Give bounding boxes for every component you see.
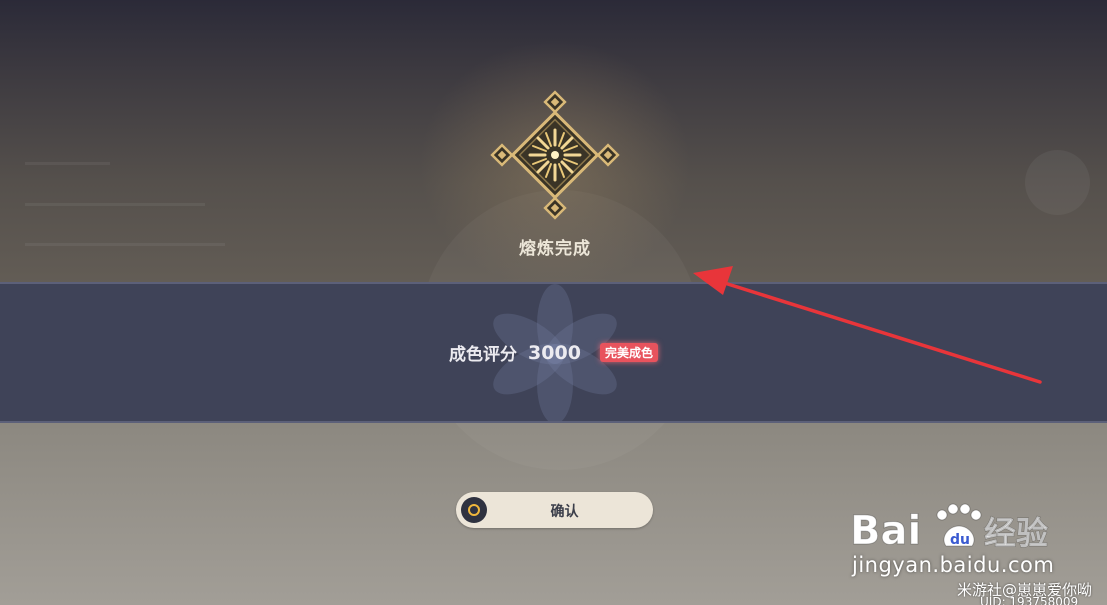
background-decoration bbox=[25, 243, 225, 246]
score-value: 3000 bbox=[528, 341, 581, 364]
score-row: 成色评分 3000 完美成色 bbox=[0, 340, 1107, 365]
baidu-watermark-logo: Bai du 经验 bbox=[850, 503, 1049, 555]
background-decoration bbox=[1025, 150, 1090, 215]
score-band: 成色评分 3000 完美成色 bbox=[0, 282, 1107, 423]
confirm-label: 确认 bbox=[550, 504, 579, 520]
result-title: 熔炼完成 bbox=[519, 239, 591, 259]
background-decoration bbox=[25, 162, 110, 165]
game-screen: 熔炼完成 成色评分 3000 完美成色 确认 Bai du 经验 jingyan… bbox=[0, 0, 1107, 605]
score-label: 成色评分 bbox=[448, 345, 517, 365]
watermark-uid: UID: 193758009 bbox=[980, 595, 1079, 605]
svg-text:du: du bbox=[950, 532, 970, 548]
confirm-circle-icon bbox=[461, 497, 487, 523]
firework-emblem-icon bbox=[488, 88, 622, 222]
background-decoration bbox=[25, 203, 205, 206]
svg-text:Bai: Bai bbox=[850, 508, 921, 554]
confirm-button[interactable]: 确认 bbox=[456, 492, 653, 528]
perfect-quality-badge: 完美成色 bbox=[600, 343, 659, 362]
svg-text:经验: 经验 bbox=[984, 514, 1048, 552]
watermark-url: jingyan.baidu.com bbox=[852, 553, 1055, 577]
